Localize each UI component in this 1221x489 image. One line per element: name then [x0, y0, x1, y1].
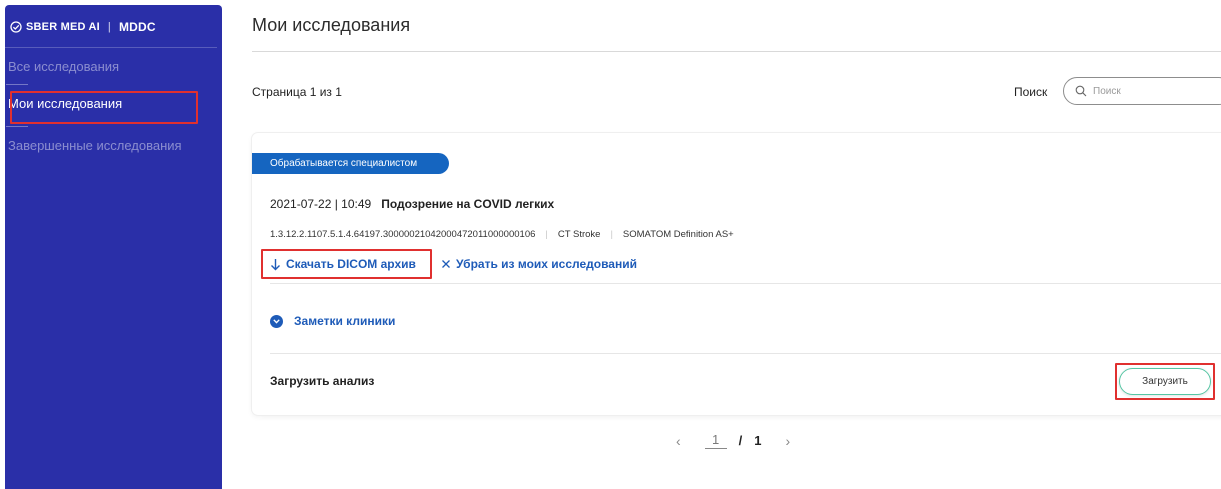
study-header: 2021-07-22 | 10:49 Подозрение на COVID л…	[270, 197, 554, 211]
study-date: 2021-07-22 | 10:49	[270, 197, 372, 211]
remove-from-my-studies-button[interactable]: Убрать из моих исследований	[441, 257, 637, 271]
page-info: Страница 1 из 1	[252, 85, 342, 99]
meta-separator: |	[545, 229, 548, 240]
remove-label: Убрать из моих исследований	[456, 257, 637, 271]
search-label: Поиск	[1014, 85, 1048, 99]
brand-separator: |	[107, 21, 111, 33]
close-icon	[442, 260, 450, 268]
check-circle-icon	[10, 21, 22, 33]
title-divider	[252, 51, 1221, 52]
search-field[interactable]	[1063, 77, 1221, 105]
brand-logo: SBER MED AI | MDDC	[10, 17, 156, 37]
sidebar-item-divider	[6, 126, 28, 127]
study-uid: 1.3.12.2.1107.5.1.4.64197.30000021042000…	[270, 229, 536, 240]
highlight-box-my-studies	[10, 91, 198, 124]
card-divider	[270, 283, 1221, 284]
brand-name: SBER MED AI	[26, 21, 100, 33]
page-title: Мои исследования	[252, 15, 411, 35]
next-page-icon[interactable]: ›	[786, 433, 791, 449]
study-title: Подозрение на COVID легких	[381, 197, 555, 211]
chevron-down-icon	[270, 314, 283, 328]
card-divider	[270, 353, 1221, 354]
search-icon	[1075, 85, 1087, 97]
current-page[interactable]: 1	[704, 432, 727, 449]
sidebar-divider	[0, 47, 217, 48]
clinic-notes-toggle[interactable]: Заметки клиники	[270, 314, 395, 328]
sidebar-item-divider	[6, 84, 28, 85]
clinic-notes-label: Заметки клиники	[294, 314, 396, 328]
total-pages: 1	[754, 433, 762, 448]
sidebar	[5, 5, 222, 489]
prev-page-icon[interactable]: ‹	[676, 433, 681, 449]
highlight-box-upload	[1115, 363, 1215, 400]
highlight-box-download	[261, 249, 432, 279]
status-badge: Обрабатывается специалистом	[252, 153, 449, 174]
sidebar-item-all-studies[interactable]: Все исследования	[8, 59, 119, 74]
study-modality: CT Stroke	[557, 229, 601, 240]
page-separator: /	[738, 433, 743, 448]
study-meta: 1.3.12.2.1107.5.1.4.64197.30000021042000…	[270, 229, 734, 240]
product-name: MDDC	[118, 20, 156, 34]
search-input[interactable]	[1093, 85, 1213, 97]
meta-separator: |	[610, 229, 613, 240]
pagination: ‹ 1 / 1 ›	[676, 432, 790, 449]
upload-analysis-label: Загрузить анализ	[270, 374, 375, 388]
sidebar-item-completed-studies[interactable]: Завершенные исследования	[8, 138, 182, 153]
study-device: SOMATOM Definition AS+	[622, 229, 734, 240]
